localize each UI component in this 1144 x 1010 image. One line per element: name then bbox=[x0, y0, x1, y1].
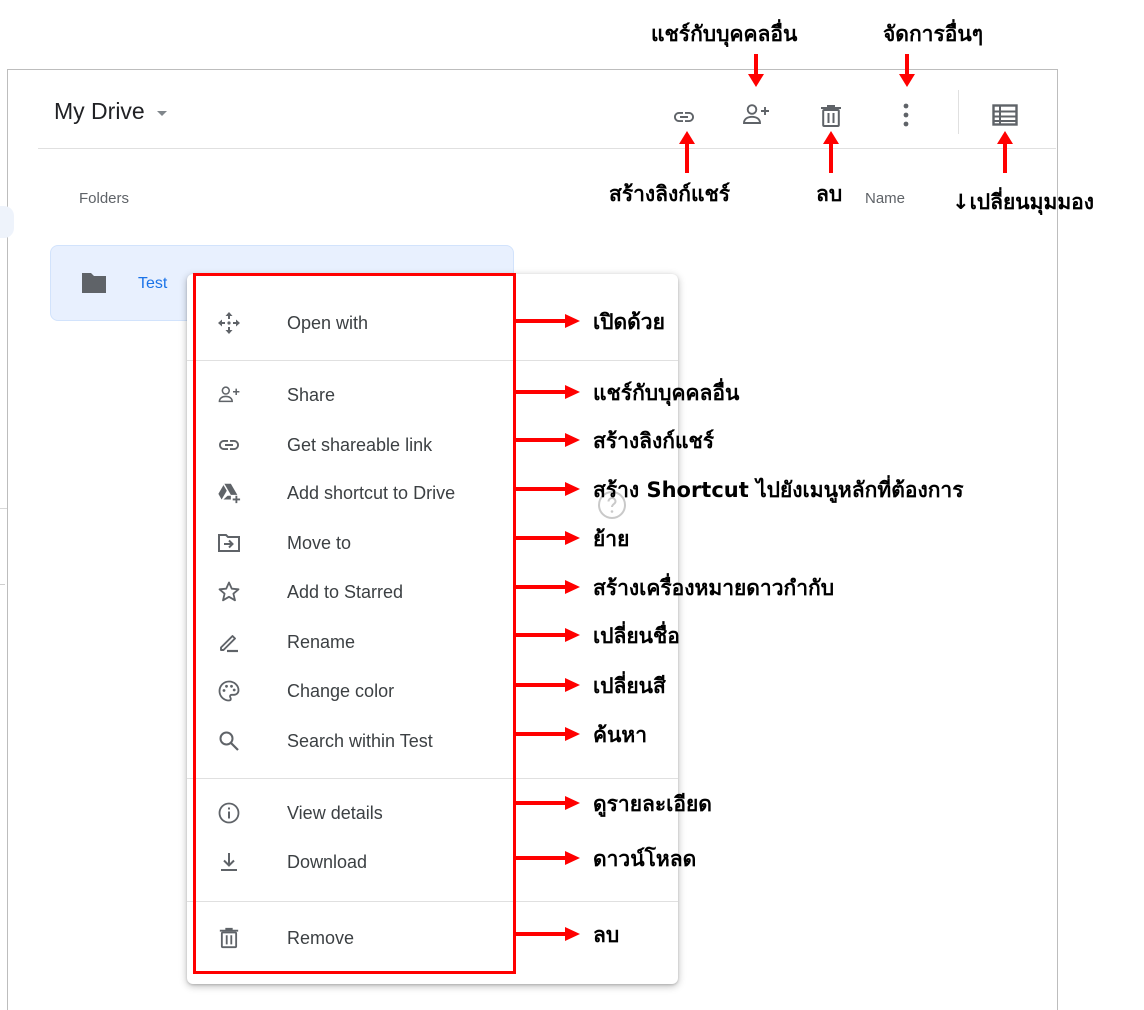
folder-name[interactable]: Test bbox=[138, 275, 167, 293]
menu-annotation-label: สร้างเครื่องหมายดาวกำกับ bbox=[593, 576, 835, 600]
annotation-more: จัดการอื่นๆ bbox=[883, 22, 983, 46]
header-divider bbox=[38, 148, 1056, 149]
arrow-right-icon bbox=[515, 531, 580, 545]
sort-by-name[interactable]: Name bbox=[865, 190, 905, 207]
annotation-create-link: สร้างลิงก์แชร์ bbox=[609, 182, 731, 206]
menu-annotation-label: เปิดด้วย bbox=[593, 310, 665, 334]
arrow-right-icon bbox=[515, 385, 580, 399]
share-button[interactable] bbox=[736, 95, 776, 135]
arrow-down-icon bbox=[748, 54, 764, 87]
menu-annotation-label: เปลี่ยนสี bbox=[593, 674, 666, 698]
arrow-right-icon bbox=[515, 796, 580, 810]
menu-annotation-label: ดูรายละเอียด bbox=[593, 792, 712, 816]
menu-annotation-label: สร้างลิงก์แชร์ bbox=[593, 429, 715, 453]
sidebar-divider bbox=[0, 584, 5, 585]
chevron-down-icon bbox=[156, 110, 167, 116]
menu-annotation-label: ดาวน์โหลด bbox=[593, 847, 697, 871]
arrow-right-icon bbox=[515, 314, 580, 328]
more-vert-icon bbox=[903, 103, 909, 127]
sidebar-divider bbox=[0, 508, 7, 509]
annotation-delete: ลบ bbox=[816, 182, 843, 206]
annotation-share: แชร์กับบุคคลอื่น bbox=[651, 22, 798, 46]
arrow-right-icon bbox=[515, 580, 580, 594]
my-drive-dropdown[interactable]: My Drive bbox=[54, 98, 167, 125]
annotation-change-view: ↓เปลี่ยนมุมมอง bbox=[952, 190, 1095, 214]
menu-annotation-label: เปลี่ยนชื่อ bbox=[593, 624, 680, 648]
arrow-up-icon bbox=[823, 131, 839, 173]
arrow-up-icon bbox=[679, 131, 695, 173]
arrow-right-icon bbox=[515, 678, 580, 692]
arrow-right-icon bbox=[515, 727, 580, 741]
toolbar-divider bbox=[958, 90, 959, 134]
more-actions-button[interactable] bbox=[886, 95, 926, 135]
link-icon bbox=[674, 112, 694, 122]
page-title: My Drive bbox=[54, 98, 145, 124]
arrow-right-icon bbox=[515, 482, 580, 496]
folders-heading: Folders bbox=[79, 190, 130, 207]
arrow-up-icon bbox=[997, 131, 1013, 173]
menu-annotation-label: ย้าย bbox=[593, 527, 630, 551]
folder-icon bbox=[82, 273, 106, 293]
trash-icon bbox=[821, 105, 841, 127]
annotation-frame bbox=[193, 273, 516, 974]
arrow-right-icon bbox=[515, 851, 580, 865]
arrow-right-icon bbox=[515, 927, 580, 941]
menu-annotation-label: สร้าง Shortcut ไปยังเมนูหลักที่ต้องการ bbox=[593, 478, 964, 502]
arrow-right-icon bbox=[515, 433, 580, 447]
arrow-right-icon bbox=[515, 628, 580, 642]
list-view-icon bbox=[992, 104, 1018, 126]
sidebar-edge bbox=[0, 206, 14, 238]
view-toggle-button[interactable] bbox=[985, 95, 1025, 135]
menu-annotation-label: ค้นหา bbox=[593, 723, 648, 747]
arrow-down-icon bbox=[899, 54, 915, 87]
person-add-icon bbox=[743, 104, 769, 124]
menu-annotation-label: ลบ bbox=[593, 923, 620, 947]
delete-button[interactable] bbox=[811, 96, 851, 136]
menu-annotation-label: แชร์กับบุคคลอื่น bbox=[593, 381, 740, 405]
